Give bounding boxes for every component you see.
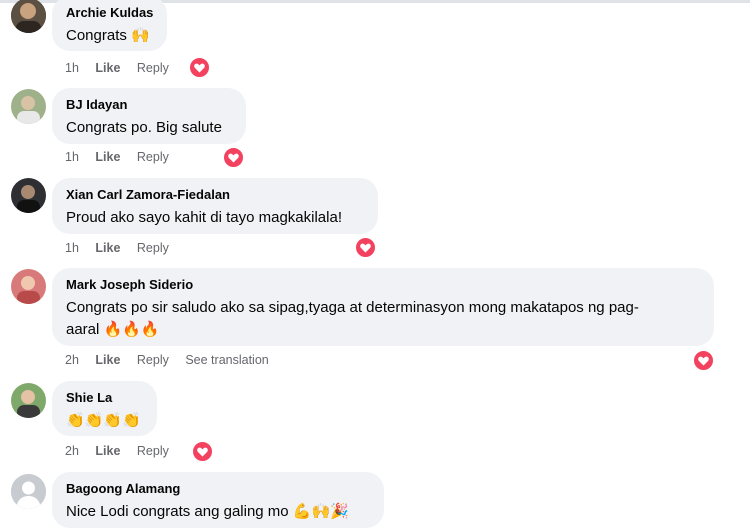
comment-author[interactable]: BJ Idayan [66,97,232,113]
comment-bubble: Shie La 👏👏👏👏 [52,381,157,436]
comment-text: Congrats po. Big salute [66,119,222,136]
like-button[interactable]: Like [95,241,120,255]
comment-text: Congrats po sir saludo ako sa sipag,tyag… [66,297,700,341]
reply-button[interactable]: Reply [137,61,169,75]
comment-actions: 1h Like Reply [65,61,182,75]
comment-bubble: Mark Joseph Siderio Congrats po sir salu… [52,268,714,346]
avatar[interactable] [11,474,46,509]
like-button[interactable]: Like [95,444,120,458]
comment-text: 👏👏👏👏 [66,410,143,432]
comment-author[interactable]: Shie La [66,390,143,406]
avatar[interactable] [11,178,46,213]
comment-author[interactable]: Bagoong Alamang [66,481,370,497]
heart-icon[interactable] [191,440,214,463]
fire-emoji: 🔥🔥🔥 [103,321,160,338]
comment-actions: 2h Like Reply See translation [65,353,282,367]
heart-icon[interactable] [188,56,211,79]
comment-bubble: Bagoong Alamang Nice Lodi congrats ang g… [52,472,384,528]
comment-text: Proud ako sayo kahit di tayo magkakilala… [66,209,342,226]
see-translation-link[interactable]: See translation [185,353,268,367]
comment-bubble: Archie Kuldas Congrats 🙌 [52,0,167,51]
emoji-group: 💪🙌🎉 [292,503,349,520]
reply-button[interactable]: Reply [137,444,169,458]
comment-author[interactable]: Mark Joseph Siderio [66,277,700,293]
comment-time[interactable]: 1h [65,150,79,164]
reply-button[interactable]: Reply [137,241,169,255]
comment-actions: 1h Like Reply [65,241,182,255]
comment-time[interactable]: 1h [65,241,79,255]
avatar[interactable] [11,383,46,418]
like-button[interactable]: Like [95,353,120,367]
comment-bubble: Xian Carl Zamora-Fiedalan Proud ako sayo… [52,178,378,234]
comment-actions: 2h Like Reply [65,444,182,458]
comment-author[interactable]: Archie Kuldas [66,5,153,21]
heart-icon[interactable] [222,146,245,169]
comment-author[interactable]: Xian Carl Zamora-Fiedalan [66,187,364,203]
comment-bubble: BJ Idayan Congrats po. Big salute [52,88,246,144]
comment-time[interactable]: 1h [65,61,79,75]
like-button[interactable]: Like [95,61,120,75]
comment-time[interactable]: 2h [65,444,79,458]
like-button[interactable]: Like [95,150,120,164]
raised-hands-emoji: 🙌 [131,27,150,44]
heart-icon[interactable] [692,349,715,372]
avatar[interactable] [11,269,46,304]
avatar[interactable] [11,0,46,33]
comment-time[interactable]: 2h [65,353,79,367]
comment-actions: 1h Like Reply [65,150,182,164]
reply-button[interactable]: Reply [137,150,169,164]
reply-button[interactable]: Reply [137,353,169,367]
clapping-hands-emoji: 👏👏👏👏 [66,412,141,429]
heart-icon[interactable] [354,236,377,259]
avatar[interactable] [11,89,46,124]
comment-text: Nice Lodi congrats ang galing mo 💪🙌🎉 [66,501,370,523]
comment-text: Congrats 🙌 [66,25,153,47]
